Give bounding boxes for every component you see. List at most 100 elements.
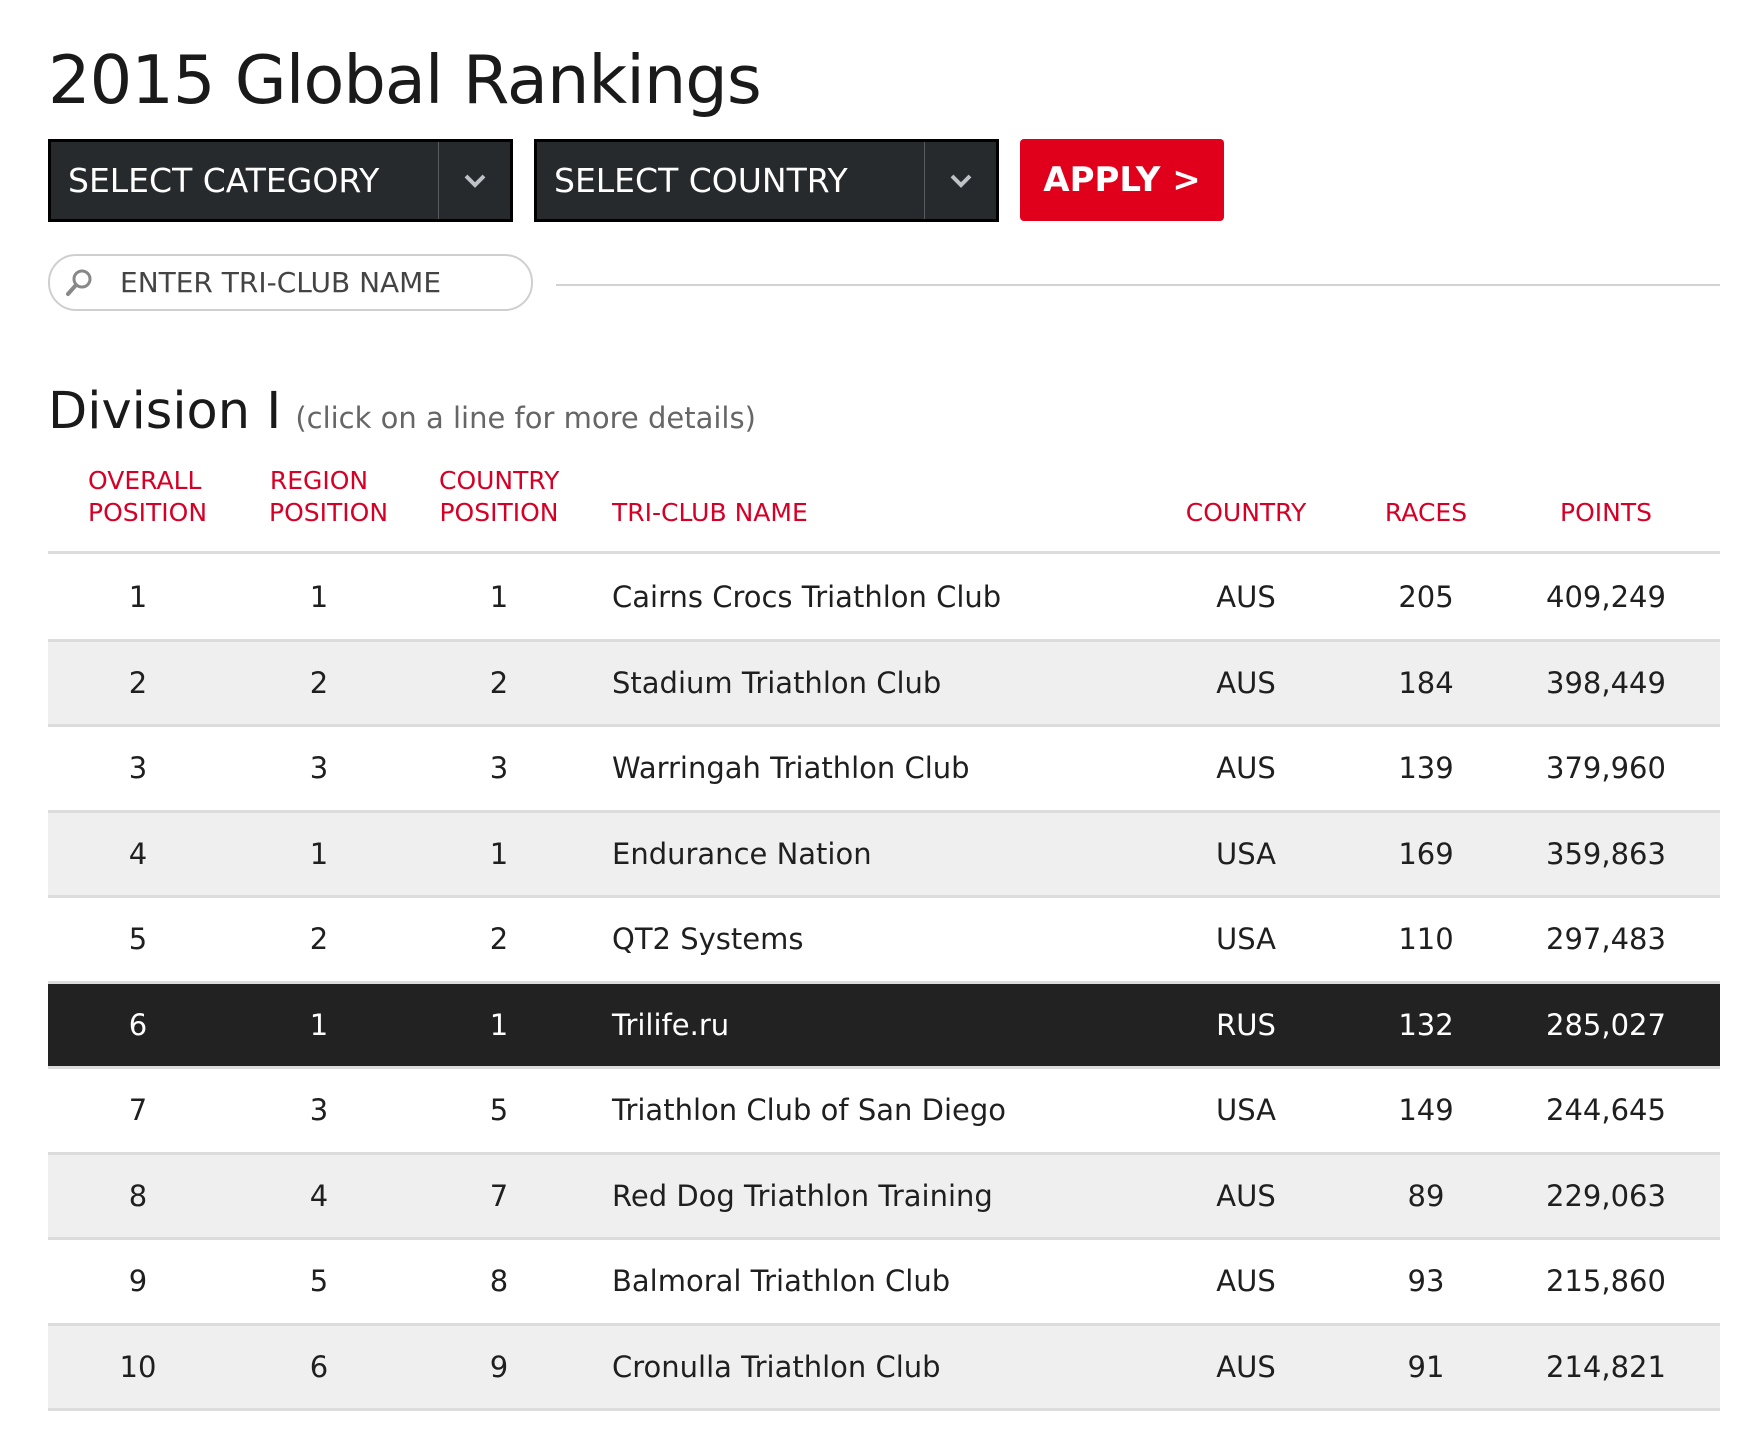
cell-country: USA bbox=[1215, 836, 1276, 871]
cell-region-position: 2 bbox=[309, 665, 329, 700]
category-select[interactable]: SELECT CATEGORY bbox=[48, 139, 513, 222]
section-heading: Division I (click on a line for more det… bbox=[48, 382, 756, 441]
header-overall-line1: OVERALL bbox=[88, 466, 202, 495]
search-input[interactable] bbox=[108, 266, 508, 299]
cell-tri-club-name: QT2 Systems bbox=[612, 922, 804, 957]
cell-races: 184 bbox=[1398, 665, 1454, 700]
cell-races: 89 bbox=[1407, 1178, 1445, 1213]
page-title: 2015 Global Rankings bbox=[48, 41, 762, 119]
header-region-line2: POSITION bbox=[269, 498, 389, 527]
category-select-label: SELECT CATEGORY bbox=[68, 161, 380, 200]
header-points[interactable]: POINTS bbox=[1541, 497, 1671, 529]
cell-points: 244,645 bbox=[1546, 1093, 1666, 1128]
cell-country: AUS bbox=[1216, 580, 1276, 615]
table-row[interactable]: 2 2 2 Stadium Triathlon Club AUS 184 398,449 bbox=[48, 641, 1720, 727]
apply-button[interactable]: APPLY > bbox=[1020, 139, 1224, 221]
cell-country-position: 1 bbox=[489, 836, 509, 871]
divider bbox=[556, 284, 1720, 286]
header-country[interactable]: COUNTRY bbox=[1171, 497, 1321, 529]
cell-tri-club-name: Trilife.ru bbox=[612, 1007, 730, 1042]
header-overall-position[interactable]: OVERALL POSITION bbox=[88, 465, 208, 529]
cell-points: 398,449 bbox=[1546, 665, 1666, 700]
cell-country: AUS bbox=[1216, 751, 1276, 786]
cell-country: AUS bbox=[1216, 665, 1276, 700]
header-region-position[interactable]: REGION POSITION bbox=[269, 465, 389, 529]
header-tri-club-name[interactable]: TRI-CLUB NAME bbox=[612, 497, 808, 529]
header-races[interactable]: RACES bbox=[1361, 497, 1491, 529]
cell-region-position: 1 bbox=[309, 580, 329, 615]
header-overall-line2: POSITION bbox=[88, 498, 208, 527]
table-row[interactable]: 5 2 2 QT2 Systems USA 110 297,483 bbox=[48, 898, 1720, 984]
cell-region-position: 2 bbox=[309, 922, 329, 957]
search-box[interactable] bbox=[48, 254, 533, 311]
table-row[interactable]: 10 6 9 Cronulla Triathlon Club AUS 91 214,821 bbox=[48, 1325, 1720, 1411]
table-row[interactable]: 1 1 1 Cairns Crocs Triathlon Club AUS 205 409,… bbox=[48, 556, 1720, 642]
cell-points: 409,249 bbox=[1546, 580, 1666, 615]
cell-country-position: 1 bbox=[489, 580, 509, 615]
cell-country-position: 7 bbox=[489, 1178, 509, 1213]
cell-region-position: 4 bbox=[309, 1178, 329, 1213]
header-country-position-line1: COUNTRY bbox=[439, 466, 560, 495]
cell-races: 91 bbox=[1407, 1349, 1445, 1384]
table-row[interactable]: 4 1 1 Endurance Nation USA 169 359,863 bbox=[48, 812, 1720, 898]
cell-races: 149 bbox=[1398, 1093, 1454, 1128]
cell-country-position: 1 bbox=[489, 1007, 509, 1042]
cell-races: 139 bbox=[1398, 751, 1454, 786]
cell-region-position: 1 bbox=[309, 1007, 329, 1042]
cell-overall-position: 10 bbox=[119, 1349, 157, 1384]
cell-overall-position: 4 bbox=[128, 836, 148, 871]
header-region-line1: REGION bbox=[269, 466, 369, 495]
cell-races: 132 bbox=[1398, 1007, 1454, 1042]
cell-country: AUS bbox=[1216, 1178, 1276, 1213]
division-title: Division I bbox=[48, 382, 282, 441]
cell-races: 110 bbox=[1398, 922, 1454, 957]
cell-overall-position: 3 bbox=[128, 751, 148, 786]
cell-country: RUS bbox=[1216, 1007, 1276, 1042]
cell-region-position: 3 bbox=[309, 1093, 329, 1128]
cell-tri-club-name: Warringah Triathlon Club bbox=[612, 751, 970, 786]
cell-overall-position: 6 bbox=[128, 1007, 148, 1042]
cell-tri-club-name: Triathlon Club of San Diego bbox=[612, 1093, 1006, 1128]
cell-country: AUS bbox=[1216, 1349, 1276, 1384]
cell-overall-position: 8 bbox=[128, 1178, 148, 1213]
cell-overall-position: 2 bbox=[128, 665, 148, 700]
cell-overall-position: 1 bbox=[128, 580, 148, 615]
country-select[interactable]: SELECT COUNTRY bbox=[534, 139, 999, 222]
cell-points: 214,821 bbox=[1546, 1349, 1666, 1384]
table-row[interactable]: 6 1 1 Trilife.ru RUS 132 285,027 bbox=[48, 983, 1720, 1069]
table-row[interactable]: 3 3 3 Warringah Triathlon Club AUS 139 379,960 bbox=[48, 727, 1720, 813]
chevron-down-icon[interactable] bbox=[924, 142, 996, 219]
cell-overall-position: 5 bbox=[128, 922, 148, 957]
cell-points: 229,063 bbox=[1546, 1178, 1666, 1213]
cell-tri-club-name: Endurance Nation bbox=[612, 836, 872, 871]
cell-region-position: 6 bbox=[309, 1349, 329, 1384]
cell-country: USA bbox=[1215, 1093, 1276, 1128]
cell-races: 93 bbox=[1407, 1264, 1445, 1299]
division-note: (click on a line for more details) bbox=[295, 401, 756, 435]
header-country-position[interactable]: COUNTRY POSITION bbox=[439, 465, 559, 529]
cell-region-position: 1 bbox=[309, 836, 329, 871]
cell-tri-club-name: Cairns Crocs Triathlon Club bbox=[612, 580, 1002, 615]
table-row[interactable]: 7 3 5 Triathlon Club of San Diego USA 149 244,… bbox=[48, 1069, 1720, 1155]
header-country-position-line2: POSITION bbox=[439, 498, 559, 527]
cell-points: 285,027 bbox=[1546, 1007, 1666, 1042]
cell-points: 379,960 bbox=[1546, 751, 1666, 786]
table-row[interactable]: 8 4 7 Red Dog Triathlon Training AUS 89 229,06… bbox=[48, 1154, 1720, 1240]
cell-points: 297,483 bbox=[1546, 922, 1666, 957]
cell-country-position: 5 bbox=[489, 1093, 509, 1128]
table-row[interactable]: 9 5 8 Balmoral Triathlon Club AUS 93 215,860 bbox=[48, 1240, 1720, 1326]
country-select-label: SELECT COUNTRY bbox=[554, 161, 848, 200]
cell-races: 205 bbox=[1398, 580, 1454, 615]
cell-tri-club-name: Balmoral Triathlon Club bbox=[612, 1264, 951, 1299]
chevron-down-icon[interactable] bbox=[438, 142, 510, 219]
cell-region-position: 3 bbox=[309, 751, 329, 786]
cell-country: USA bbox=[1215, 922, 1276, 957]
cell-country: AUS bbox=[1216, 1264, 1276, 1299]
rankings-table-body: 1 1 1 Cairns Crocs Triathlon Club AUS 205 409,… bbox=[48, 556, 1720, 1411]
cell-points: 359,863 bbox=[1546, 836, 1666, 871]
cell-region-position: 5 bbox=[309, 1264, 329, 1299]
cell-country-position: 2 bbox=[489, 922, 509, 957]
cell-tri-club-name: Red Dog Triathlon Training bbox=[612, 1178, 993, 1213]
cell-overall-position: 9 bbox=[128, 1264, 148, 1299]
cell-country-position: 2 bbox=[489, 665, 509, 700]
